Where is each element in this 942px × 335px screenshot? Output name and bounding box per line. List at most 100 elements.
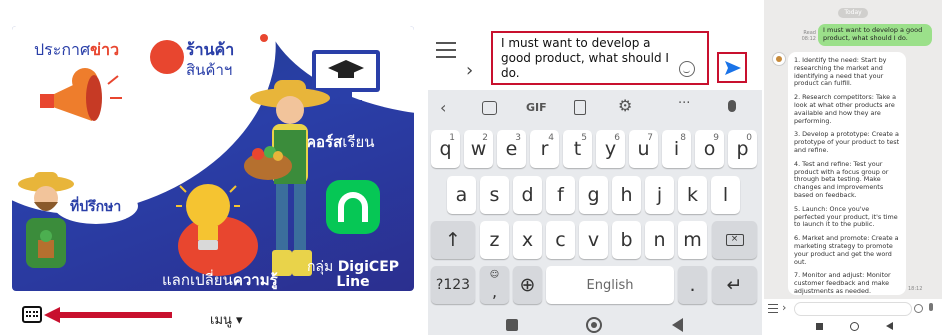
key-k[interactable]: k — [678, 176, 707, 214]
comma-key[interactable]: ☺ , — [480, 266, 509, 304]
advisor-illustration — [18, 172, 74, 268]
advisor-menu-item[interactable]: ที่ปรึกษา — [12, 156, 138, 291]
key-f[interactable]: f — [546, 176, 575, 214]
key-p[interactable]: p0 — [728, 130, 757, 168]
home-nav-icon[interactable] — [586, 317, 602, 333]
reply-time: 18:12 — [908, 286, 923, 292]
knowledge-label-bold: ความรู้ — [232, 271, 278, 289]
news-menu-item[interactable]: ประกาศข่าว — [12, 26, 152, 146]
knowledge-menu-item[interactable]: แลกเปลี่ยนความรู้ — [132, 176, 292, 291]
key-g[interactable]: g — [579, 176, 608, 214]
reply-item: 4. Test and refine: Test your product wi… — [794, 159, 889, 199]
reply-item: 3. Develop a prototype: Create a prototy… — [794, 130, 900, 154]
megaphone-icon — [40, 75, 122, 121]
key-w[interactable]: w2 — [464, 130, 493, 168]
enter-icon: ↵ — [726, 274, 743, 296]
emoji-small-icon: ☺ — [489, 270, 500, 280]
nav-bar — [764, 319, 942, 335]
course-label: เรียน — [342, 133, 375, 151]
key-v[interactable]: v — [579, 221, 608, 259]
chevron-left-icon[interactable]: ‹ — [440, 98, 446, 117]
rich-menu: ประกาศข่าว ร้านค้า สินค้าฯ คอร์สเรียน ที… — [12, 26, 414, 291]
clipboard-icon[interactable] — [574, 100, 586, 115]
shift-key[interactable]: ↑ — [431, 221, 475, 259]
key-n[interactable]: n — [645, 221, 674, 259]
chat-input[interactable] — [794, 302, 912, 316]
key-q[interactable]: q1 — [431, 130, 460, 168]
chevron-right-icon[interactable]: › — [782, 301, 786, 314]
keyboard-panel: › I must want to develop a good product,… — [428, 0, 762, 335]
news-label-prefix: ประกาศ — [34, 40, 91, 59]
menu-toggle[interactable]: เมนู ▾ — [210, 309, 243, 330]
line-app-icon — [326, 180, 380, 234]
key-s[interactable]: s — [480, 176, 509, 214]
red-arrow-annotation — [44, 307, 172, 323]
emoji-icon[interactable] — [679, 61, 695, 77]
key-i[interactable]: i8 — [662, 130, 691, 168]
menu-icon[interactable] — [768, 304, 778, 313]
send-button[interactable] — [717, 52, 747, 83]
home-nav-icon[interactable] — [850, 322, 859, 331]
key-j[interactable]: j — [645, 176, 674, 214]
group-label-prefix: กลุ่ม — [306, 259, 338, 275]
back-nav-icon[interactable] — [672, 318, 683, 332]
reply-item: 7. Monitor and adjust: Monitor customer … — [794, 271, 891, 295]
keyboard-toggle-icon[interactable] — [22, 306, 42, 323]
mic-icon[interactable] — [929, 303, 933, 311]
key-a[interactable]: a — [447, 176, 476, 214]
key-l[interactable]: l — [711, 176, 740, 214]
key-c[interactable]: c — [546, 221, 575, 259]
bot-reply-bubble[interactable]: 1. Identify the need: Start by researchi… — [788, 52, 906, 295]
period-key[interactable]: . — [678, 266, 707, 304]
chevron-right-icon[interactable]: › — [466, 60, 473, 81]
key-o[interactable]: o9 — [695, 130, 724, 168]
more-icon[interactable]: ··· — [678, 96, 690, 111]
sticker-icon[interactable] — [482, 101, 497, 115]
key-x[interactable]: x — [513, 221, 542, 259]
mic-icon[interactable] — [728, 100, 736, 112]
symbols-key[interactable]: ?123 — [431, 266, 475, 304]
news-label-bold: ข่าว — [90, 40, 120, 59]
line-group-menu-item[interactable]: กลุ่ม DigiCEP Line — [292, 176, 414, 291]
backspace-key[interactable]: × — [712, 221, 757, 259]
globe-key[interactable]: ⊕ — [513, 266, 542, 304]
knowledge-label: แลกเปลี่ยน — [162, 271, 233, 289]
date-chip: Today — [838, 8, 868, 18]
keyboard: ‹ GIF ⚙ ··· q1 w2 e3 r4 t5 y6 u7 i8 o9 p… — [428, 90, 762, 335]
recents-nav-icon[interactable] — [816, 323, 823, 330]
gif-button[interactable]: GIF — [526, 101, 547, 114]
send-icon — [725, 61, 741, 75]
shift-arrow-icon: ↑ — [445, 229, 461, 251]
chat-input-bar: › — [764, 299, 942, 319]
enter-key[interactable]: ↵ — [712, 266, 757, 304]
key-z[interactable]: z — [480, 221, 509, 259]
back-nav-icon[interactable] — [886, 322, 893, 330]
key-b[interactable]: b — [612, 221, 641, 259]
key-e[interactable]: e3 — [497, 130, 526, 168]
gear-icon[interactable]: ⚙ — [618, 96, 632, 115]
reply-item: 1. Identify the need: Start by researchi… — [794, 56, 887, 88]
message-input[interactable]: I must want to develop a good product, w… — [491, 31, 709, 85]
menu-icon[interactable] — [436, 42, 456, 58]
lightbulb-icon — [176, 184, 240, 250]
shop-sublabel: สินค้าฯ — [186, 61, 233, 79]
group-label-name: DigiCEP — [337, 259, 400, 275]
key-t[interactable]: t5 — [563, 130, 592, 168]
key-h[interactable]: h — [612, 176, 641, 214]
reply-item: 5. Launch: Once you've perfected your pr… — [794, 204, 898, 229]
key-m[interactable]: m — [678, 221, 707, 259]
reply-item: 2. Research competitors: Take a look at … — [794, 93, 897, 125]
bot-avatar[interactable] — [772, 52, 786, 66]
key-r[interactable]: r4 — [530, 130, 559, 168]
space-key[interactable]: English — [546, 266, 674, 304]
backspace-icon: × — [725, 234, 744, 246]
key-d[interactable]: d — [513, 176, 542, 214]
chat-panel: Today Read 08:12 I must want to develop … — [764, 0, 942, 335]
key-u[interactable]: u7 — [629, 130, 658, 168]
key-y[interactable]: y6 — [596, 130, 625, 168]
sent-time: 08:12 — [801, 36, 816, 42]
emoji-icon[interactable] — [914, 304, 923, 313]
message-input-text: I must want to develop a good product, w… — [501, 36, 669, 80]
user-message-bubble[interactable]: I must want to develop a good product, w… — [818, 24, 932, 46]
recents-nav-icon[interactable] — [506, 319, 518, 331]
